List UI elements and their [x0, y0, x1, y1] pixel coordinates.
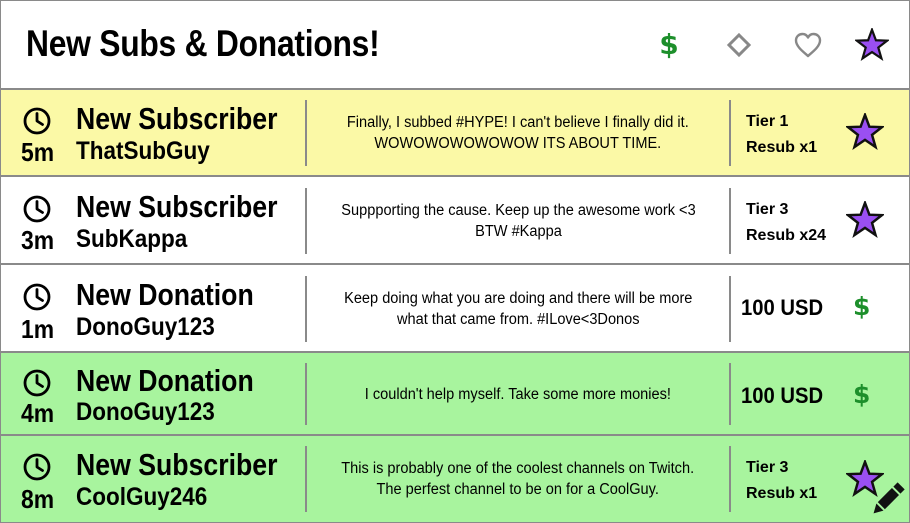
event-message: Suppporting the cause. Keep up the aweso…	[309, 188, 727, 254]
subs-donations-panel: New Subs & Donations! $ 5m New Subscribe…	[0, 0, 910, 523]
message-line: Finally, I subbed #HYPE! I can't believe…	[347, 114, 689, 131]
column-divider	[305, 276, 307, 342]
clock-icon	[22, 106, 52, 136]
column-divider	[305, 446, 307, 512]
diamond-icon	[726, 32, 752, 58]
column-divider	[305, 100, 307, 166]
donations-filter-button[interactable]: $	[652, 27, 686, 63]
event-message: I couldn't help myself. Take some more m…	[309, 363, 727, 425]
panel-header: New Subs & Donations! $	[1, 1, 909, 90]
donation-amount: 100 USD	[741, 295, 824, 320]
message-line: BTW #Kappa	[474, 223, 562, 240]
sub-tier: Tier 1	[746, 113, 789, 130]
column-divider	[729, 446, 731, 512]
resub-count: Resub x24	[746, 227, 827, 244]
clock-icon	[22, 282, 52, 312]
message-line: what that came from. #ILove<3Donos	[396, 311, 640, 328]
event-row[interactable]: 8m New Subscriber CoolGuy246 This is pro…	[1, 436, 909, 522]
star-icon	[846, 201, 884, 239]
event-row[interactable]: 3m New Subscriber SubKappa Suppporting t…	[1, 177, 909, 265]
event-time: 8m	[21, 484, 55, 514]
event-type: New Subscriber	[76, 101, 278, 136]
event-row[interactable]: 1m New Donation DonoGuy123 Keep doing wh…	[1, 265, 909, 353]
event-time: 1m	[21, 314, 55, 344]
event-time: 5m	[21, 137, 55, 167]
message-line: The perfest channel to be on for a CoolG…	[376, 481, 660, 498]
resub-count: Resub x1	[746, 485, 818, 502]
column-divider	[729, 100, 731, 166]
event-username: ThatSubGuy	[76, 137, 210, 165]
subs-filter-button[interactable]	[855, 27, 889, 63]
event-message: This is probably one of the coolest chan…	[309, 446, 727, 512]
event-username: SubKappa	[76, 225, 188, 253]
event-type: New Donation	[76, 277, 254, 312]
sub-tier: Tier 3	[746, 459, 789, 476]
event-username: DonoGuy123	[76, 313, 215, 341]
message-line: Suppporting the cause. Keep up the aweso…	[340, 202, 696, 219]
resub-count: Resub x1	[746, 139, 818, 156]
message-line: WOWOWOWOWOWOW ITS ABOUT TIME.	[374, 135, 662, 152]
event-type: New Donation	[76, 363, 254, 398]
column-divider	[729, 363, 731, 425]
column-divider	[305, 188, 307, 254]
dollar-icon: $	[853, 380, 871, 409]
donation-amount: 100 USD	[741, 383, 824, 408]
clock-icon	[22, 194, 52, 224]
message-line: This is probably one of the coolest chan…	[341, 460, 695, 477]
clock-icon	[22, 452, 52, 482]
sub-tier: Tier 3	[746, 201, 789, 218]
bits-filter-button[interactable]	[722, 27, 756, 63]
event-message: Keep doing what you are doing and there …	[309, 276, 727, 342]
event-row[interactable]: 4m New Donation DonoGuy123 I couldn't he…	[1, 353, 909, 436]
column-divider	[729, 276, 731, 342]
column-divider	[729, 188, 731, 254]
event-username: DonoGuy123	[76, 398, 215, 426]
clock-icon	[22, 368, 52, 398]
event-time: 4m	[21, 398, 55, 428]
star-icon	[846, 113, 884, 151]
event-username: CoolGuy246	[76, 483, 208, 511]
event-type: New Subscriber	[76, 447, 278, 482]
follows-filter-button[interactable]	[791, 27, 825, 63]
page-title: New Subs & Donations!	[26, 23, 380, 64]
event-message: Finally, I subbed #HYPE! I can't believe…	[309, 100, 727, 166]
message-line: I couldn't help myself. Take some more m…	[364, 385, 672, 403]
dollar-icon: $	[853, 292, 871, 321]
message-line: Keep doing what you are doing and there …	[343, 290, 693, 307]
event-type: New Subscriber	[76, 189, 278, 224]
column-divider	[305, 363, 307, 425]
pencil-icon[interactable]	[867, 480, 907, 520]
event-time: 3m	[21, 225, 55, 255]
star-icon	[855, 28, 889, 62]
event-row[interactable]: 5m New Subscriber ThatSubGuy Finally, I …	[1, 90, 909, 177]
heart-icon	[794, 32, 822, 58]
dollar-icon: $	[659, 28, 679, 61]
